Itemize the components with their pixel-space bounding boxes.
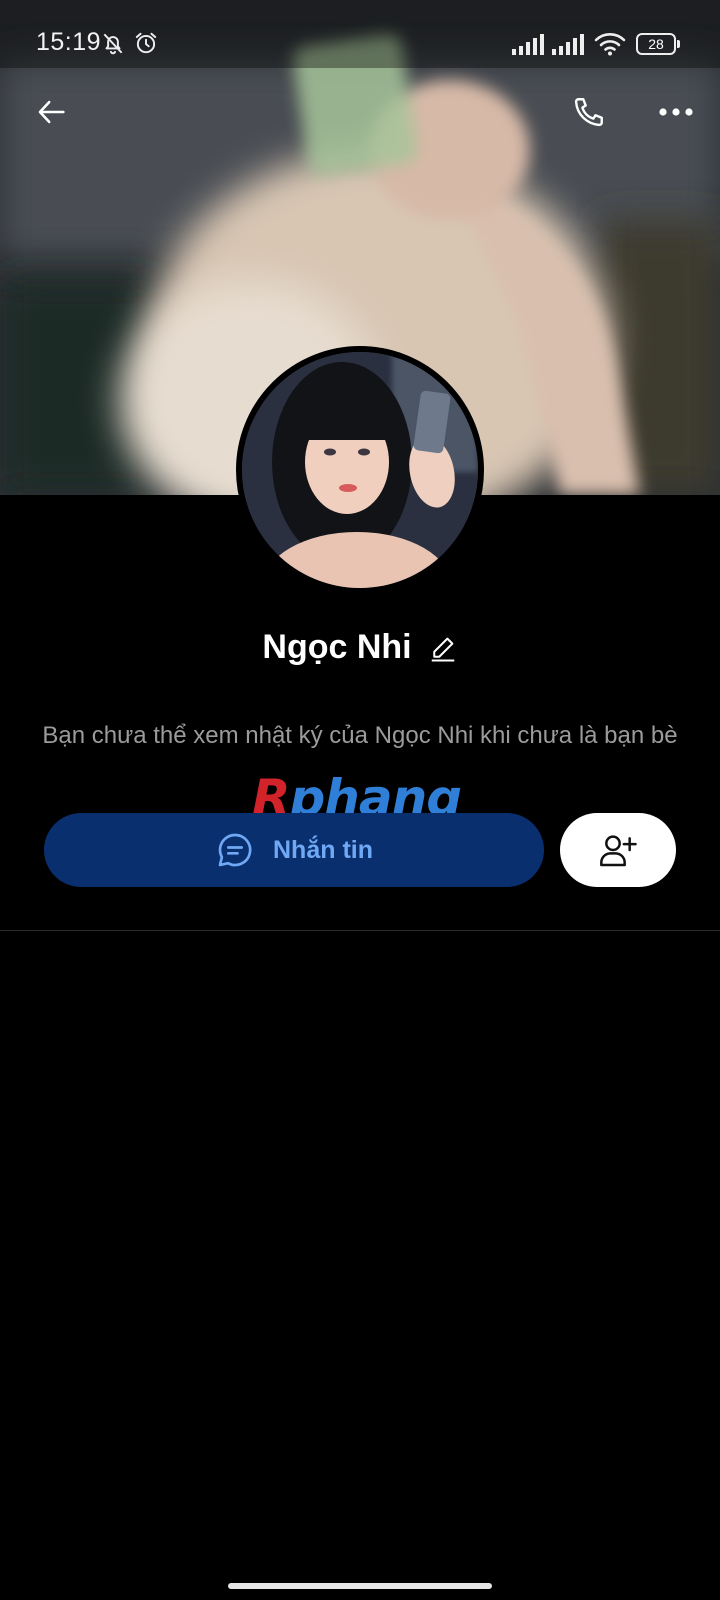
add-friend-button[interactable] <box>560 813 676 887</box>
more-horizontal-icon <box>659 108 693 116</box>
profile-name-row: Ngọc Nhi <box>0 628 720 667</box>
home-indicator[interactable] <box>228 1583 492 1589</box>
message-button[interactable]: Nhắn tin <box>44 813 544 887</box>
signal-icon <box>552 34 584 55</box>
pencil-icon[interactable] <box>428 633 458 663</box>
message-button-label: Nhắn tin <box>273 835 373 864</box>
add-user-icon <box>600 835 637 867</box>
more-button[interactable] <box>648 84 704 140</box>
status-bar: 15:19 28 <box>0 0 720 68</box>
chat-bubble-icon <box>218 833 252 867</box>
back-button[interactable] <box>24 84 80 140</box>
alarm-icon <box>135 32 157 54</box>
profile-name: Ngọc Nhi <box>262 628 412 666</box>
wifi-icon <box>594 33 626 56</box>
battery-icon: 28 <box>636 33 676 55</box>
status-time: 15:19 <box>36 28 102 56</box>
signal-icon <box>512 34 544 55</box>
arrow-left-icon <box>38 100 65 124</box>
section-divider <box>0 930 720 931</box>
avatar-photo <box>242 352 478 588</box>
avatar[interactable] <box>236 346 484 594</box>
notifications-off-icon <box>103 33 123 55</box>
phone-icon <box>574 98 603 127</box>
battery-tip <box>677 40 680 48</box>
privacy-notice: Bạn chưa thể xem nhật ký của Ngọc Nhi kh… <box>42 722 678 749</box>
call-button[interactable] <box>561 84 617 140</box>
